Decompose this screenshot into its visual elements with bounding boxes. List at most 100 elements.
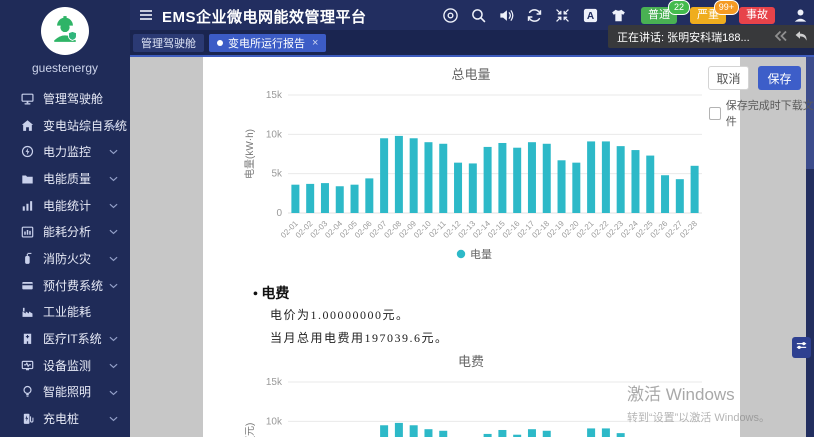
user-icon[interactable] bbox=[792, 7, 809, 24]
tab[interactable]: 管理驾驶舱 bbox=[133, 34, 204, 52]
sidebar-item[interactable]: 预付费系统 bbox=[0, 272, 130, 299]
bar bbox=[543, 144, 551, 213]
sidebar-item-label: 设备监测 bbox=[43, 357, 91, 374]
home-icon bbox=[21, 119, 34, 132]
volume-icon[interactable] bbox=[498, 7, 515, 24]
search-icon[interactable] bbox=[470, 7, 487, 24]
sidebar-item[interactable]: 能耗分析 bbox=[0, 218, 130, 245]
bar bbox=[528, 142, 536, 213]
bar bbox=[424, 429, 432, 437]
alarm-button[interactable]: 严重99+ bbox=[690, 7, 726, 24]
report-page-area: 总电量05k10k15k电量(kW·h)02-0102-0202-0302-04… bbox=[130, 57, 814, 437]
bar bbox=[424, 142, 432, 213]
sidebar-item-label: 电能统计 bbox=[43, 197, 91, 214]
sidebar-item[interactable]: 医疗IT系统 bbox=[0, 325, 130, 352]
bar bbox=[410, 425, 418, 437]
svg-text:0: 0 bbox=[276, 208, 282, 219]
legend-dot[interactable] bbox=[457, 250, 465, 258]
bar bbox=[617, 146, 625, 213]
sidebar-item-label: 医疗IT系统 bbox=[43, 330, 102, 347]
bar bbox=[291, 185, 299, 213]
chevron-down-icon bbox=[109, 123, 118, 129]
chevron-down-icon bbox=[109, 416, 118, 422]
report-actions: 取消 保存 bbox=[708, 66, 801, 90]
compress-icon[interactable] bbox=[554, 7, 571, 24]
energy-analysis-icon bbox=[21, 225, 34, 238]
alarm-buttons: 普通22 严重99+ 事故 bbox=[641, 7, 775, 24]
alarm-count-badge: 99+ bbox=[714, 0, 739, 15]
sidebar-item-label: 管理驾驶舱 bbox=[43, 90, 103, 107]
bar bbox=[336, 186, 344, 213]
cancel-button[interactable]: 取消 bbox=[708, 66, 749, 90]
electricity-fee-chart: 电费05k10k15k电费(元)02-0102-0202-0302-0402-0… bbox=[235, 348, 735, 437]
bar bbox=[306, 184, 314, 213]
medical-icon bbox=[21, 332, 34, 345]
menu-toggle-icon[interactable] bbox=[138, 7, 154, 23]
alarm-button[interactable]: 事故 bbox=[739, 7, 775, 24]
tab-active[interactable]: 变电所运行报告 × bbox=[209, 34, 326, 52]
download-checkbox-label: 保存完成时下载文件 bbox=[726, 97, 814, 129]
alarm-button[interactable]: 普通22 bbox=[641, 7, 677, 24]
sidebar-item[interactable]: 充电桩 bbox=[0, 405, 130, 432]
double-left-arrow-icon[interactable] bbox=[774, 30, 788, 42]
page-title: EMS企业微电网能效管理平台 bbox=[162, 6, 367, 27]
fee-section-heading: • 电费 bbox=[253, 283, 289, 303]
sidebar-menu: 管理驾驶舱变电站综自系统电力监控电能质量电能统计能耗分析消防火灾预付费系统工业能… bbox=[0, 85, 130, 432]
sidebar-item[interactable]: 设备监测 bbox=[0, 352, 130, 379]
sidebar-item[interactable]: 电能统计 bbox=[0, 192, 130, 219]
bar bbox=[558, 160, 566, 213]
bullet: • bbox=[253, 287, 258, 302]
sidebar-item[interactable]: 电力监控 bbox=[0, 138, 130, 165]
reply-arrow-icon[interactable] bbox=[794, 30, 808, 42]
bar bbox=[676, 179, 684, 213]
sidebar-item[interactable]: 工业能耗 bbox=[0, 299, 130, 326]
chevron-down-icon bbox=[109, 256, 118, 262]
save-button[interactable]: 保存 bbox=[758, 66, 801, 90]
bar bbox=[617, 433, 625, 437]
bar bbox=[380, 425, 388, 437]
translate-icon[interactable]: A bbox=[582, 7, 599, 24]
chart-svg: 电费05k10k15k电费(元)02-0102-0202-0302-0402-0… bbox=[235, 348, 735, 437]
intercom-icon[interactable] bbox=[442, 7, 459, 24]
chevron-down-icon bbox=[109, 390, 118, 396]
legend-label: 电量 bbox=[470, 248, 492, 261]
bar bbox=[439, 431, 447, 437]
bar bbox=[498, 430, 506, 437]
bar bbox=[454, 163, 462, 213]
bar bbox=[691, 166, 699, 213]
theme-icon[interactable] bbox=[610, 7, 627, 24]
industry-icon bbox=[21, 305, 34, 318]
svg-text:电费(元): 电费(元) bbox=[243, 423, 256, 437]
bar bbox=[543, 431, 551, 437]
sidebar-item[interactable]: 智能照明 bbox=[0, 379, 130, 406]
sidebar-item[interactable]: 消防火灾 bbox=[0, 245, 130, 272]
voice-toast: 正在讲话: 张明安科瑞188... bbox=[608, 25, 814, 48]
sidebar: guestenergy 管理驾驶舱变电站综自系统电力监控电能质量电能统计能耗分析… bbox=[0, 0, 130, 437]
bar bbox=[365, 178, 373, 213]
fire-icon bbox=[21, 252, 34, 265]
sidebar-item-label: 消防火灾 bbox=[43, 250, 91, 267]
download-option-row: 保存完成时下载文件 bbox=[709, 97, 814, 129]
bar bbox=[572, 163, 580, 213]
avatar[interactable] bbox=[41, 7, 89, 55]
chevron-down-icon bbox=[109, 229, 118, 235]
sidebar-item[interactable]: 管理驾驶舱 bbox=[0, 85, 130, 112]
download-checkbox[interactable] bbox=[709, 107, 721, 120]
svg-text:电费: 电费 bbox=[458, 354, 484, 369]
svg-text:A: A bbox=[587, 10, 595, 21]
bar bbox=[351, 185, 359, 213]
bar bbox=[321, 183, 329, 213]
tab-close-icon[interactable]: × bbox=[312, 37, 318, 49]
bar bbox=[380, 138, 388, 213]
alarm-count-badge: 22 bbox=[668, 0, 690, 15]
sidebar-item[interactable]: 变电站综自系统 bbox=[0, 112, 130, 139]
refresh-icon[interactable] bbox=[526, 7, 543, 24]
bar bbox=[484, 147, 492, 213]
sliders-icon bbox=[795, 339, 808, 357]
tab-label: 变电所运行报告 bbox=[228, 35, 305, 51]
sidebar-item-label: 电能质量 bbox=[43, 170, 91, 187]
sidebar-item[interactable]: 电能质量 bbox=[0, 165, 130, 192]
chevron-down-icon bbox=[109, 283, 118, 289]
active-tab-dot bbox=[217, 40, 223, 46]
report-settings-button[interactable] bbox=[792, 337, 811, 358]
